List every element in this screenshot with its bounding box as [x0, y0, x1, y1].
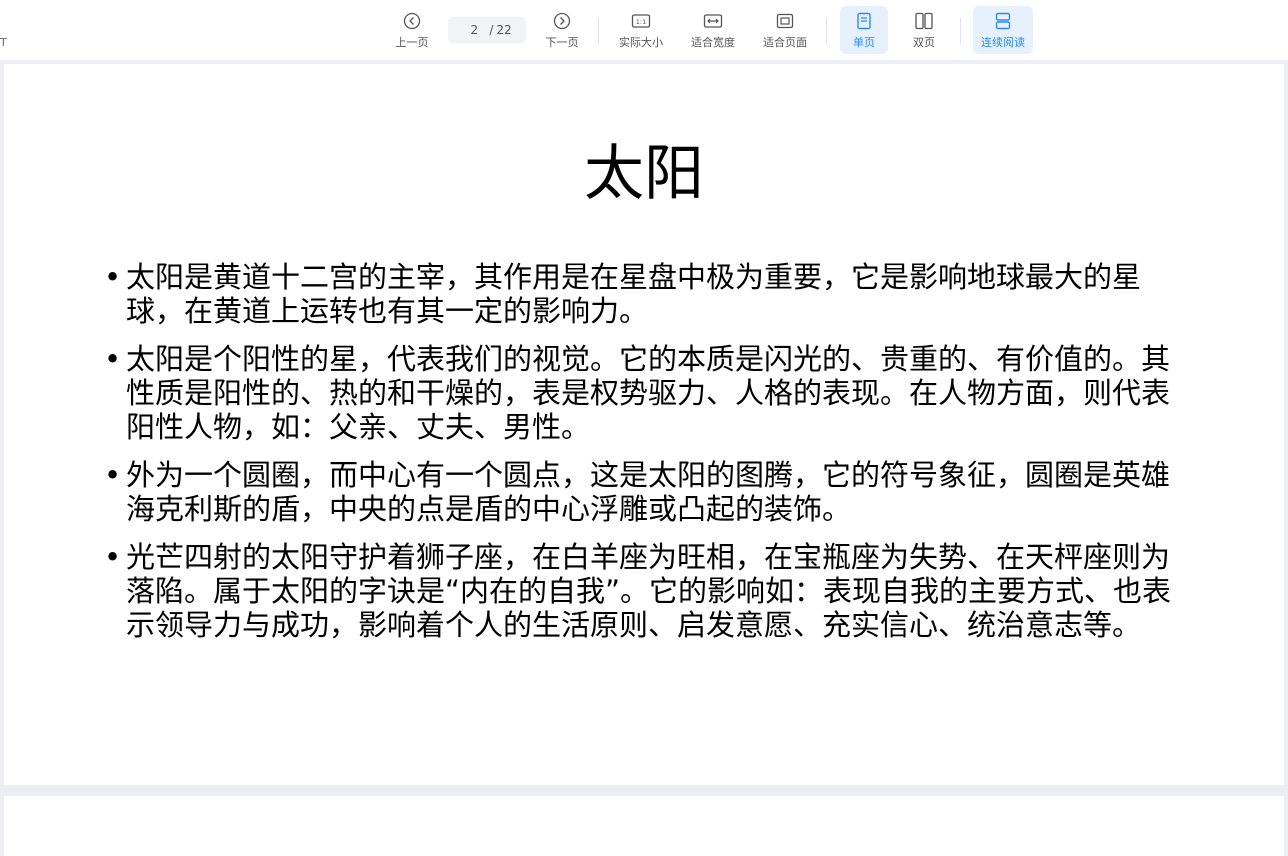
toolbar-divider	[960, 18, 961, 44]
double-page-label: 双页	[913, 36, 935, 49]
prev-page-label: 上一页	[395, 36, 429, 49]
toolbar-edge-text: T	[0, 36, 7, 49]
actual-size-button[interactable]: 1:1 实际大小	[612, 6, 670, 54]
bullet-item: • 外为一个圆圈，而中心有一个圆点，这是太阳的图腾，它的符号象征，圆圈是英雄海克利…	[104, 458, 1184, 526]
document-page: 太阳 • 太阳是黄道十二宫的主宰，其作用是在星盘中极为重要，它是影响地球最大的星球…	[4, 64, 1284, 785]
bullet-item: • 太阳是黄道十二宫的主宰，其作用是在星盘中极为重要，它是影响地球最大的星球，在黄…	[104, 260, 1184, 328]
continuous-reading-button[interactable]: 连续阅读	[973, 6, 1033, 54]
fit-width-icon	[703, 10, 723, 32]
current-page-input[interactable]	[462, 23, 487, 37]
single-page-button[interactable]: 单页	[840, 6, 888, 54]
actual-size-icon: 1:1	[631, 10, 651, 32]
double-page-icon	[914, 10, 934, 32]
fit-page-icon	[775, 10, 795, 32]
bullet-glyph: •	[104, 342, 122, 376]
continuous-reading-icon	[994, 10, 1012, 32]
fit-width-label: 适合宽度	[691, 36, 735, 49]
chevron-right-circle-icon	[553, 10, 571, 32]
toolbar-divider	[598, 18, 599, 44]
continuous-reading-label: 连续阅读	[981, 36, 1025, 49]
bullet-item: • 太阳是个阳性的星，代表我们的视觉。它的本质是闪光的、贵重的、有价值的。其性质是…	[104, 342, 1184, 444]
bullet-text: 光芒四射的太阳守护着狮子座，在白羊座为旺相，在宝瓶座为失势、在天枰座则为落陷。属…	[126, 540, 1172, 642]
fit-page-button[interactable]: 适合页面	[756, 6, 814, 54]
slide-title: 太阳	[584, 139, 704, 209]
bullet-glyph: •	[104, 540, 122, 574]
chevron-left-circle-icon	[403, 10, 421, 32]
svg-text:1:1: 1:1	[636, 18, 646, 26]
bullet-text: 太阳是个阳性的星，代表我们的视觉。它的本质是闪光的、贵重的、有价值的。其性质是阳…	[126, 342, 1171, 444]
bullet-glyph: •	[104, 260, 122, 294]
viewer-toolbar: T 上一页 / 22 下一页 1:1 实际大小 适合宽度 适合页面	[0, 0, 1288, 60]
bullet-text: 外为一个圆圈，而中心有一个圆点，这是太阳的图腾，它的符号象征，圆圈是英雄海克利斯…	[126, 458, 1171, 526]
single-page-icon	[856, 10, 872, 32]
next-document-page	[4, 796, 1284, 856]
bullet-list: • 太阳是黄道十二宫的主宰，其作用是在星盘中极为重要，它是影响地球最大的星球，在黄…	[104, 260, 1184, 656]
fit-page-label: 适合页面	[763, 36, 807, 49]
total-pages: 22	[496, 23, 512, 37]
actual-size-label: 实际大小	[619, 36, 663, 49]
fit-width-button[interactable]: 适合宽度	[684, 6, 742, 54]
page-separator: /	[489, 23, 494, 37]
next-page-label: 下一页	[545, 36, 579, 49]
bullet-text: 太阳是黄道十二宫的主宰，其作用是在星盘中极为重要，它是影响地球最大的星球，在黄道…	[126, 260, 1142, 328]
toolbar-divider	[826, 18, 827, 44]
double-page-button[interactable]: 双页	[900, 6, 948, 54]
page-indicator: / 22	[448, 17, 526, 43]
next-page-button[interactable]: 下一页	[538, 6, 586, 54]
bullet-glyph: •	[104, 458, 122, 492]
single-page-label: 单页	[853, 36, 875, 49]
bullet-item: • 光芒四射的太阳守护着狮子座，在白羊座为旺相，在宝瓶座为失势、在天枰座则为落陷。…	[104, 540, 1184, 642]
prev-page-button[interactable]: 上一页	[388, 6, 436, 54]
